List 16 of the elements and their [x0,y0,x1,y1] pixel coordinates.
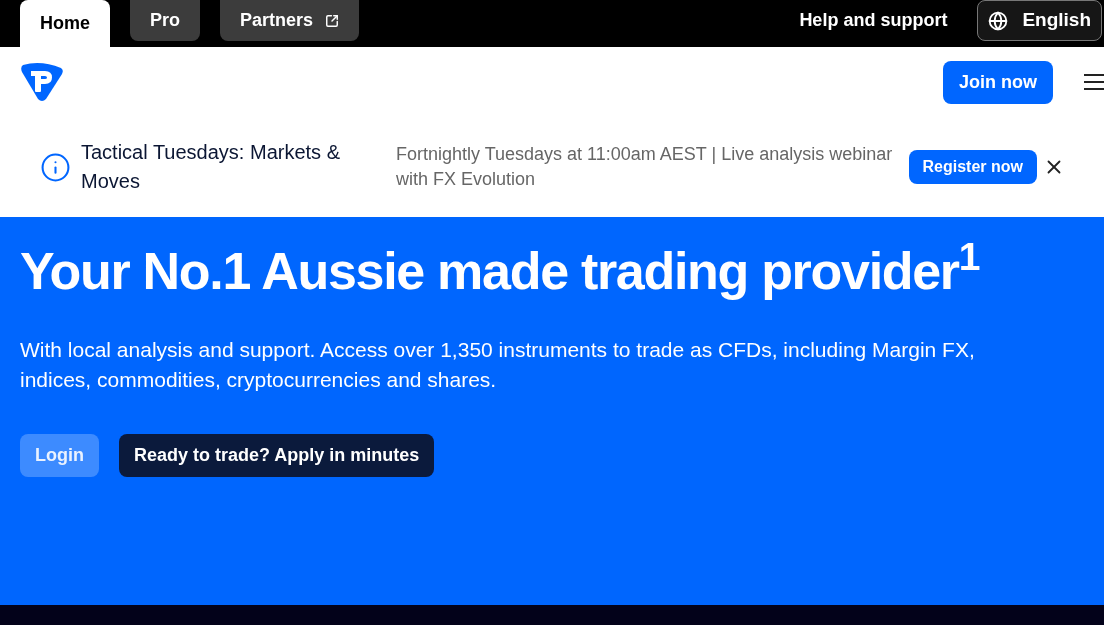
announcement-title: Tactical Tuesdays: Markets & Moves [81,140,341,194]
announcement-subtitle: Fortnightly Tuesdays at 11:00am AEST | Live analysis webinar with FX Evolution [396,143,894,191]
nav-tab[interactable]: Pro [130,0,201,41]
join-now-button[interactable]: Join now [943,60,1053,104]
logo-icon[interactable] [20,62,64,102]
globe-icon [988,10,1009,31]
apply-button[interactable]: Ready to trade? Apply in minutes [119,434,435,477]
hero-description: With local analysis and support. Access over 1,350 instruments to trade as CFDs, including Margin FX, indices, commodities, cryptocurrencies and shares. [20,337,976,393]
nav-tab[interactable]: Home [20,0,110,47]
info-icon [40,151,71,183]
nav-tab[interactable]: Partners [220,0,360,41]
hero-heading: Your No.1 Aussie made trading provider$^{1}$ [20,241,980,301]
help-link[interactable]: Help and support [799,7,948,34]
register-now-button[interactable]: Register now [908,150,1037,184]
language-selector[interactable]: English [977,0,1102,41]
menu-icon[interactable] [1083,73,1104,91]
